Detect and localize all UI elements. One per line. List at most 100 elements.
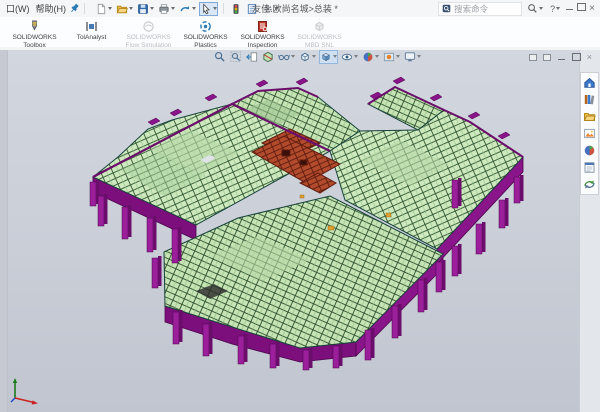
close-button[interactable]: × [589,4,595,14]
plastics-icon [177,19,234,33]
task-pane-tabs [580,72,599,195]
menu-item-window[interactable]: 口(W) [6,2,30,15]
file-properties-icon [246,3,258,15]
print-icon [158,3,170,15]
toolbox-icon [6,19,63,33]
solidworks-forum-icon[interactable] [583,178,596,191]
eye-icon [341,51,353,63]
view-settings-button[interactable] [403,50,422,64]
addin-label-line1: TolAnalyst [63,34,120,42]
search-button[interactable] [526,2,544,15]
rebuild-button[interactable] [229,2,243,16]
titlebar-right-cluster: 搜索命令 ? × [438,2,600,16]
toolbar-separator [84,3,85,14]
menu-item-help[interactable]: 帮助(H) [36,2,67,15]
previous-view-icon [246,51,258,63]
save-disk-icon [137,3,149,15]
flow-simulation-icon [120,19,177,33]
zoom-to-fit-button[interactable] [213,50,227,64]
scene-icon [383,51,395,63]
doc-window-box-icon[interactable] [543,54,551,61]
hide-show-items-button[interactable] [340,50,359,64]
print-button[interactable] [157,2,176,16]
dropdown-caret [275,7,279,10]
traffic-light-icon [230,3,242,15]
addin-mbd-snl-button[interactable]: SOLIDWORKS MBD SNL [291,19,348,49]
dropdown-caret [417,55,421,58]
feature-manager-collapsed-strip[interactable] [0,48,8,412]
addin-tolanalyst-button[interactable]: TolAnalyst [63,19,120,42]
doc-close-button[interactable]: × [587,53,592,61]
file-explorer-folder-icon[interactable] [583,110,596,123]
design-library-icon[interactable] [583,93,596,106]
select-cursor-icon [200,3,212,15]
new-document-button[interactable] [94,2,113,16]
addin-label-line2: Flow Simulation [120,42,177,50]
dropdown-caret [539,7,543,10]
addin-label-line1: SOLIDWORKS [6,34,63,42]
dropdown-caret [171,7,175,10]
doc-window-box-icon[interactable] [529,54,537,61]
gear-icon [262,3,274,15]
display-style-button[interactable] [319,50,338,64]
addin-label-line2: MBD SNL [291,42,348,50]
addin-label-line2: Toolbox [6,42,63,50]
coordinate-triad [8,376,44,406]
restore-button[interactable] [577,3,586,14]
search-icon [527,3,538,14]
quick-access-toolbar [93,2,281,16]
annotation-view-button[interactable] [277,50,296,64]
addin-toolbox-button[interactable]: SOLIDWORKS Toolbox [6,19,63,49]
inspection-icon [234,19,291,33]
addin-plastics-button[interactable]: SOLIDWORKS Plastics [177,19,234,49]
section-view-button[interactable] [261,50,275,64]
appearances-scenes-icon[interactable] [583,144,596,157]
document-window-controls: × [529,48,592,66]
open-button[interactable] [115,2,134,16]
glasses-icon [278,51,290,63]
zoom-to-area-button[interactable] [229,50,243,64]
file-properties-button[interactable] [245,2,259,16]
dropdown-caret [354,55,358,58]
addin-flow-simulation-button[interactable]: SOLIDWORKS Flow Simulation [120,19,177,49]
apply-scene-button[interactable] [382,50,401,64]
dropdown-caret [150,7,154,10]
help-button[interactable]: ? [549,3,561,15]
dropdown-caret [108,7,112,10]
toolbar-separator [223,3,224,14]
dropdown-caret [556,7,560,10]
addin-label-line1: SOLIDWORKS [291,34,348,42]
monitor-icon [404,51,416,63]
select-tool-button[interactable] [199,2,218,16]
view-palette-icon[interactable] [583,127,596,140]
addin-label-line2: Plastics [177,42,234,50]
edit-appearance-button[interactable] [361,50,380,64]
dropdown-caret [192,7,196,10]
zoom-to-fit-icon [214,51,226,63]
dropdown-caret [375,55,379,58]
mbd-snl-icon [291,19,348,33]
previous-view-button[interactable] [245,50,259,64]
minimize-button[interactable] [565,4,574,14]
addin-label-line2: Inspection [234,42,291,50]
undo-arrow-icon [179,3,191,15]
options-button[interactable] [261,2,280,16]
custom-properties-icon[interactable] [583,161,596,174]
view-orientation-button[interactable] [298,50,317,64]
addin-inspection-button[interactable]: SOLIDWORKS Inspection [234,19,291,49]
save-button[interactable] [136,2,155,16]
help-label: ? [550,4,555,14]
dropdown-caret [213,7,217,10]
zoom-to-area-icon [230,51,242,63]
new-document-icon [95,3,107,15]
undo-button[interactable] [178,2,197,16]
search-input[interactable]: 搜索命令 [438,2,522,16]
view-cube-icon [299,51,311,63]
solidworks-resources-home-icon[interactable] [583,76,596,89]
pin-icon[interactable] [69,3,80,14]
doc-restore-button[interactable] [572,48,581,66]
appearance-ball-icon [362,51,374,63]
doc-minimize-button[interactable] [557,48,566,66]
addin-label-line1: SOLIDWORKS [177,34,234,42]
search-placeholder: 搜索命令 [454,3,488,15]
